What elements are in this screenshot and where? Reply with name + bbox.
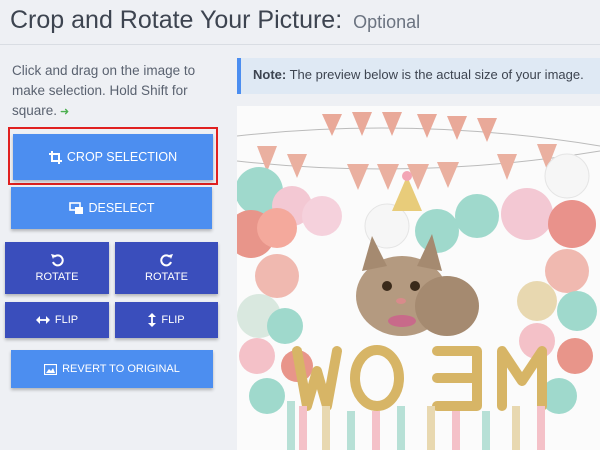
title-divider bbox=[0, 44, 600, 45]
page-title: Crop and Rotate Your Picture: Optional bbox=[10, 6, 420, 35]
deselect-icon bbox=[68, 201, 84, 215]
crop-selection-label: CROP SELECTION bbox=[66, 150, 178, 164]
revert-label: REVERT TO ORIGINAL bbox=[62, 363, 180, 375]
arrow-right-icon: ➜ bbox=[60, 106, 70, 118]
flip-vertical-button[interactable]: FLIP bbox=[115, 302, 218, 338]
flip-horizontal-button[interactable]: FLIP bbox=[5, 302, 109, 338]
flip-vertical-label: FLIP bbox=[161, 314, 185, 326]
revert-to-original-button[interactable]: REVERT TO ORIGINAL bbox=[11, 350, 213, 388]
flip-horizontal-label: FLIP bbox=[54, 314, 79, 326]
birthday-cat-picture bbox=[237, 106, 600, 450]
rotate-right-button[interactable]: ROTATE bbox=[115, 242, 218, 294]
flip-horizontal-icon bbox=[35, 315, 50, 325]
instructions-text: Click and drag on the image to make sele… bbox=[12, 63, 196, 118]
page-title-text: Crop and Rotate Your Picture: bbox=[10, 6, 343, 34]
image-preview[interactable] bbox=[237, 106, 600, 450]
instructions: Click and drag on the image to make sele… bbox=[12, 61, 217, 122]
page-subtitle: Optional bbox=[353, 12, 421, 32]
flip-vertical-icon bbox=[148, 313, 157, 327]
rotate-left-label: ROTATE bbox=[35, 271, 79, 283]
image-icon bbox=[44, 363, 58, 375]
crop-icon bbox=[48, 150, 62, 164]
crop-selection-button[interactable]: CROP SELECTION bbox=[13, 134, 213, 180]
rotate-left-icon bbox=[50, 253, 64, 267]
deselect-button[interactable]: DESELECT bbox=[11, 187, 212, 229]
rotate-right-label: ROTATE bbox=[145, 271, 188, 283]
rotate-left-button[interactable]: ROTATE bbox=[5, 242, 109, 294]
rotate-right-icon bbox=[159, 253, 174, 267]
deselect-label: DESELECT bbox=[88, 201, 155, 215]
note-banner: Note: The preview below is the actual si… bbox=[237, 58, 600, 94]
note-label: Note: bbox=[253, 67, 287, 82]
note-text: The preview below is the actual size of … bbox=[289, 67, 584, 82]
